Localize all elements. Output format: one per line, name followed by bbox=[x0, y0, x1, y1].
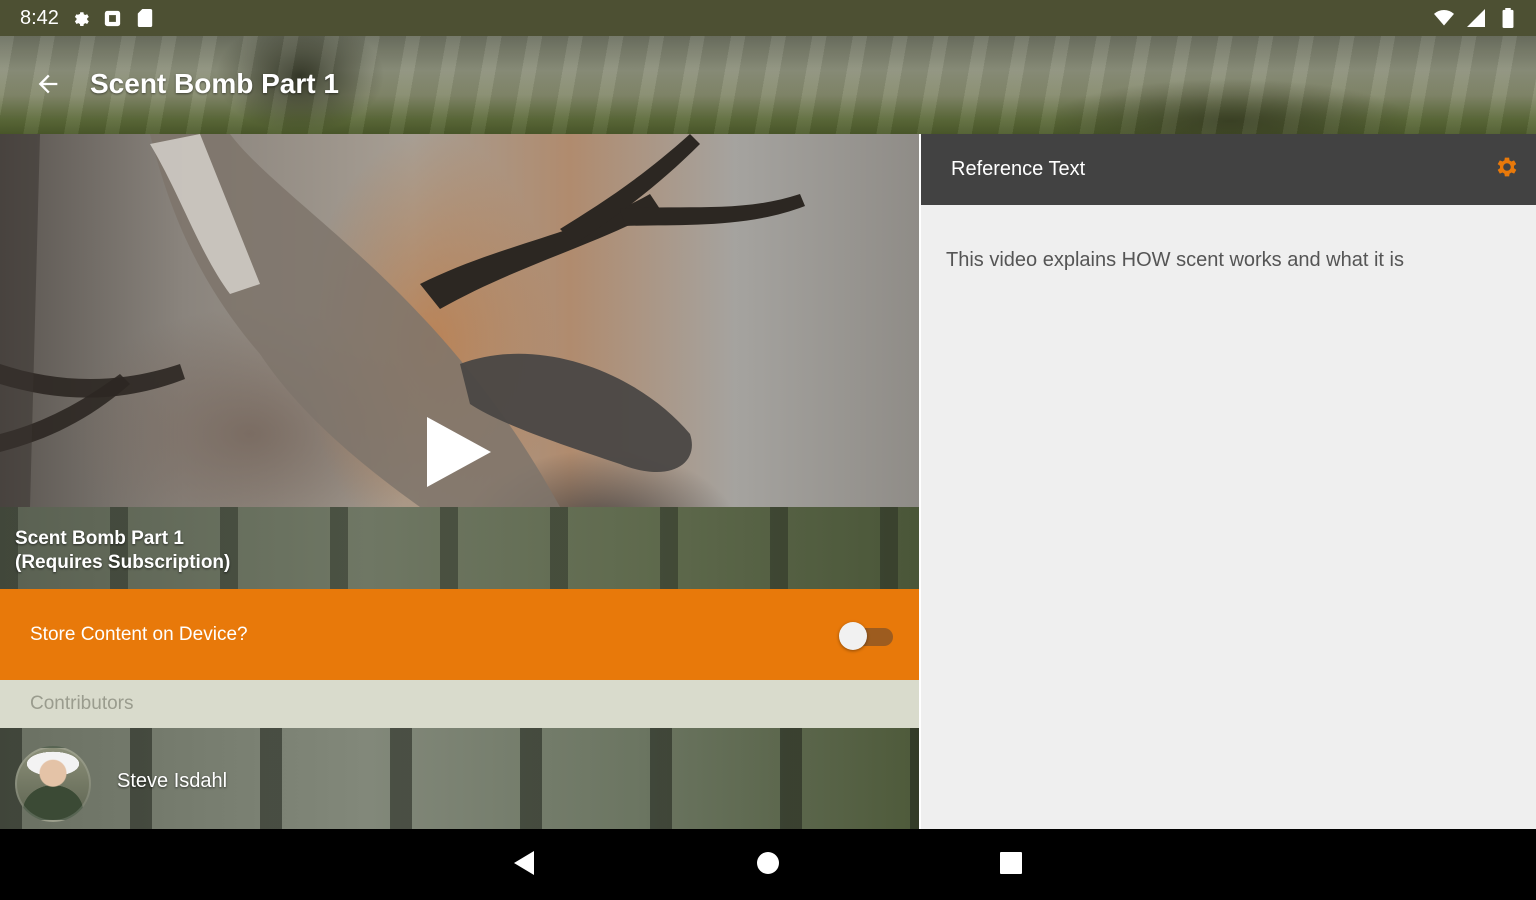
back-button[interactable] bbox=[28, 66, 68, 106]
wifi-icon bbox=[1434, 8, 1454, 28]
toggle-thumb bbox=[839, 621, 867, 650]
status-time: 8:42 bbox=[20, 6, 59, 29]
status-bar: 8:42 bbox=[0, 0, 1536, 36]
system-nav-bar bbox=[0, 829, 1536, 900]
arrow-back-icon bbox=[34, 70, 62, 103]
home-circle-icon bbox=[755, 850, 781, 881]
contributors-header: Contributors bbox=[0, 680, 919, 728]
play-button[interactable] bbox=[420, 414, 496, 494]
page-title: Scent Bomb Part 1 bbox=[90, 68, 339, 99]
reference-header: Reference Text bbox=[921, 134, 1536, 205]
reference-body: This video explains HOW scent works and … bbox=[921, 205, 1536, 829]
video-subscription-note: (Requires Subscription) bbox=[15, 552, 231, 573]
recents-square-icon bbox=[999, 851, 1023, 880]
reference-title: Reference Text bbox=[951, 158, 1086, 180]
sd-card-icon bbox=[135, 8, 155, 28]
avatar bbox=[15, 746, 91, 822]
gear-icon bbox=[71, 8, 91, 28]
reference-text: This video explains HOW scent works and … bbox=[946, 249, 1404, 271]
contributor-name: Steve Isdahl bbox=[117, 770, 228, 792]
cell-signal-icon bbox=[1466, 8, 1486, 28]
battery-icon bbox=[1498, 8, 1518, 28]
store-content-label: Store Content on Device? bbox=[30, 623, 248, 645]
gear-icon[interactable] bbox=[1494, 154, 1520, 185]
store-content-row[interactable]: Store Content on Device? bbox=[0, 589, 919, 680]
video-info: Scent Bomb Part 1 (Requires Subscription… bbox=[0, 507, 919, 589]
app-bar: Scent Bomb Part 1 bbox=[0, 36, 1536, 134]
status-left: 8:42 bbox=[20, 7, 155, 30]
nav-recents-button[interactable] bbox=[995, 849, 1027, 881]
nav-back-button[interactable] bbox=[508, 849, 540, 881]
record-icon bbox=[103, 8, 123, 28]
store-content-toggle[interactable] bbox=[839, 620, 895, 650]
video-title: Scent Bomb Part 1 bbox=[15, 528, 184, 549]
play-icon bbox=[423, 415, 493, 494]
video-player[interactable] bbox=[0, 134, 919, 507]
list-item[interactable]: Steve Isdahl bbox=[0, 728, 919, 829]
back-triangle-icon bbox=[512, 850, 536, 881]
status-right bbox=[1434, 8, 1518, 28]
nav-home-button[interactable] bbox=[752, 849, 784, 881]
